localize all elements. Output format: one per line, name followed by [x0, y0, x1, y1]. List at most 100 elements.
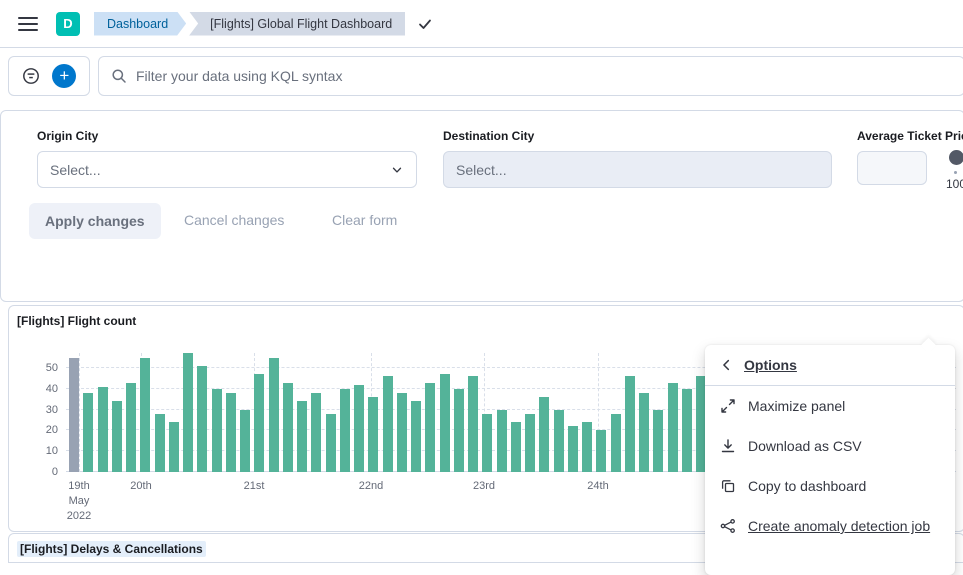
- flight-count-bar[interactable]: [183, 353, 193, 472]
- flight-count-bar[interactable]: [254, 374, 264, 472]
- price-range-min-value: 100: [946, 177, 963, 191]
- y-axis-label: 50: [46, 362, 58, 374]
- panel-options-menu: Options Maximize panel Download as CSV C…: [705, 345, 955, 575]
- flight-count-bar[interactable]: [126, 383, 136, 472]
- chevron-left-icon: [720, 358, 734, 372]
- breadcrumb-current-dashboard[interactable]: [Flights] Global Flight Dashboard: [189, 12, 405, 36]
- flight-count-bar[interactable]: [425, 383, 435, 472]
- flight-count-bar[interactable]: [468, 376, 478, 472]
- apply-changes-button[interactable]: Apply changes: [29, 203, 161, 239]
- clear-form-button[interactable]: Clear form: [332, 212, 397, 228]
- check-icon[interactable]: [417, 16, 433, 32]
- flight-count-bar[interactable]: [354, 385, 364, 472]
- kibana-dashboard-page: D Dashboard [Flights] Global Flight Dash…: [0, 0, 963, 558]
- flight-count-bar[interactable]: [297, 401, 307, 472]
- menu-item-label: Copy to dashboard: [748, 478, 866, 494]
- flight-count-bar[interactable]: [397, 393, 407, 472]
- cancel-changes-button[interactable]: Cancel changes: [184, 212, 284, 228]
- origin-city-label: Origin City: [37, 129, 98, 143]
- add-filter-icon[interactable]: +: [52, 64, 76, 88]
- flight-count-bar[interactable]: [368, 397, 378, 472]
- flight-count-bar[interactable]: [440, 374, 450, 472]
- flight-count-bar[interactable]: [411, 401, 421, 472]
- flight-count-bar[interactable]: [653, 410, 663, 472]
- flight-count-bar[interactable]: [212, 389, 222, 472]
- average-ticket-price-input[interactable]: [857, 151, 927, 185]
- flight-count-bar[interactable]: [582, 422, 592, 472]
- x-axis-label: 21st: [244, 479, 265, 494]
- flight-count-bar[interactable]: [539, 397, 549, 472]
- flight-count-bar[interactable]: [383, 376, 393, 472]
- top-navigation-bar: D Dashboard [Flights] Global Flight Dash…: [0, 0, 963, 48]
- y-axis-label: 10: [46, 445, 58, 457]
- flight-count-bar[interactable]: [283, 383, 293, 472]
- y-axis-label: 0: [52, 466, 58, 478]
- gridline: [79, 353, 80, 472]
- flight-count-bar[interactable]: [83, 393, 93, 472]
- maximize-icon: [720, 398, 736, 414]
- flight-count-bar[interactable]: [112, 401, 122, 472]
- origin-city-placeholder: Select...: [50, 162, 101, 178]
- breadcrumb-dashboard[interactable]: Dashboard: [94, 12, 186, 36]
- flight-count-bar[interactable]: [511, 422, 521, 472]
- flight-count-bar[interactable]: [226, 393, 236, 472]
- kql-search-input[interactable]: [136, 68, 963, 84]
- menu-item-create-anomaly-detection-job[interactable]: Create anomaly detection job: [705, 506, 955, 546]
- destination-city-label: Destination City: [443, 129, 534, 143]
- flight-count-bar[interactable]: [596, 430, 606, 472]
- flight-count-bar[interactable]: [98, 387, 108, 472]
- y-axis-label: 20: [46, 424, 58, 436]
- chevron-down-icon: [390, 163, 404, 177]
- download-icon: [720, 438, 736, 454]
- x-axis-label: 24th: [587, 479, 608, 494]
- flight-count-bar[interactable]: [169, 422, 179, 472]
- destination-city-select[interactable]: Select...: [443, 151, 832, 188]
- flight-count-bar[interactable]: [611, 414, 621, 472]
- flight-count-bar[interactable]: [682, 389, 692, 472]
- flight-count-bar[interactable]: [525, 414, 535, 472]
- y-axis-label: 30: [46, 404, 58, 416]
- menu-item-label: Maximize panel: [748, 398, 845, 414]
- breadcrumb: Dashboard [Flights] Global Flight Dashbo…: [94, 12, 405, 36]
- flight-count-bar[interactable]: [554, 410, 564, 472]
- flight-count-bar[interactable]: [269, 358, 279, 472]
- flight-count-bar[interactable]: [497, 410, 507, 472]
- flight-count-bar[interactable]: [155, 414, 165, 472]
- price-range-slider-handle[interactable]: [949, 150, 963, 165]
- flight-count-bar[interactable]: [482, 414, 492, 472]
- flight-count-bar[interactable]: [140, 358, 150, 472]
- menu-item-copy-to-dashboard[interactable]: Copy to dashboard: [705, 466, 955, 506]
- search-icon: [111, 68, 127, 84]
- flight-count-bar[interactable]: [311, 393, 321, 472]
- deployment-logo[interactable]: D: [56, 12, 80, 36]
- x-axis-label: 20th: [130, 479, 151, 494]
- flight-count-panel-title: [Flights] Flight count: [17, 314, 136, 328]
- average-ticket-price-label: Average Ticket Price: [857, 129, 963, 143]
- x-axis-label: 22nd: [359, 479, 383, 494]
- y-axis-label: 40: [46, 383, 58, 395]
- destination-city-placeholder: Select...: [456, 162, 507, 178]
- flight-count-bar[interactable]: [668, 383, 678, 472]
- flight-count-bar[interactable]: [454, 389, 464, 472]
- saved-query-filter-icon[interactable]: [22, 67, 40, 85]
- kql-search-bar: [98, 56, 963, 96]
- filter-button-group: +: [8, 56, 90, 96]
- menu-item-label: Download as CSV: [748, 438, 862, 454]
- flight-count-bar[interactable]: [340, 389, 350, 472]
- flight-count-bar[interactable]: [197, 366, 207, 472]
- menu-item-download-csv[interactable]: Download as CSV: [705, 426, 955, 466]
- flight-count-bar[interactable]: [69, 358, 79, 472]
- menu-item-label: Create anomaly detection job: [748, 518, 930, 534]
- dashboard-controls-panel: Origin City Select... Destination City S…: [0, 110, 963, 302]
- menu-icon[interactable]: [18, 17, 38, 31]
- flight-count-bar[interactable]: [326, 414, 336, 472]
- ml-icon: [720, 518, 736, 534]
- delays-panel-title: [Flights] Delays & Cancellations: [17, 542, 206, 556]
- flight-count-bar[interactable]: [639, 393, 649, 472]
- flight-count-bar[interactable]: [240, 410, 250, 472]
- origin-city-select[interactable]: Select...: [37, 151, 417, 188]
- flight-count-bar[interactable]: [568, 426, 578, 472]
- menu-item-maximize-panel[interactable]: Maximize panel: [705, 386, 955, 426]
- flight-count-bar[interactable]: [625, 376, 635, 472]
- options-menu-header[interactable]: Options: [705, 345, 955, 386]
